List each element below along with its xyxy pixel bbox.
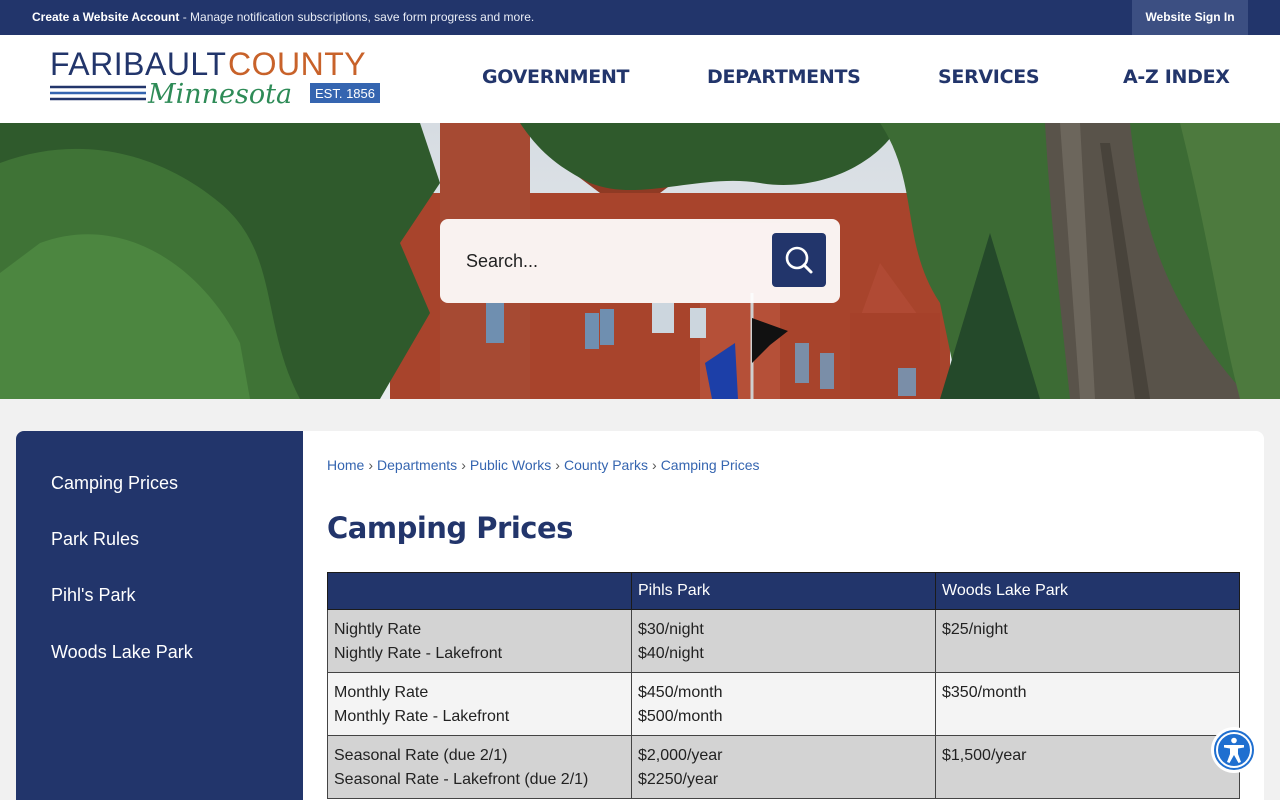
table-cell-pihls: $30/night $40/night [631, 609, 936, 673]
breadcrumb-separator: › [368, 457, 374, 473]
accessibility-button[interactable] [1211, 727, 1257, 773]
search-icon [785, 246, 813, 274]
table-header-pihls-park: Pihls Park [631, 572, 936, 610]
breadcrumb-separator: › [555, 457, 560, 473]
breadcrumb: Home › Departments › Public Works › County Par… [327, 457, 760, 473]
table-row: Monthly Rate Monthly Rate - Lakefront $45… [327, 672, 1240, 736]
table-row: Seasonal Rate (due 2/1) Seasonal Rate - L… [327, 735, 1240, 799]
table-cell-woods: $25/night [935, 609, 1240, 673]
table-cell-pihls: $450/month $500/month [631, 672, 936, 736]
nav-departments[interactable]: DEPARTMENTS [707, 66, 861, 88]
breadcrumb-separator: › [652, 457, 657, 473]
breadcrumb-county-parks[interactable]: County Parks [564, 457, 648, 473]
sign-in-button[interactable]: Website Sign In [1132, 0, 1248, 35]
camping-prices-table: Pihls Park Woods Lake Park Nightly Rate N… [327, 572, 1240, 799]
table-header-woods-lake-park: Woods Lake Park [935, 572, 1240, 610]
table-header-blank [327, 572, 632, 610]
sidebar-nav: Camping Prices Park Rules Pihl's Park Wo… [16, 431, 303, 800]
utility-bar: Create a Website Account - Manage notifi… [0, 0, 1280, 35]
accessibility-icon [1212, 728, 1256, 772]
nav-services[interactable]: SERVICES [938, 66, 1040, 88]
table-cell-label: Nightly Rate Nightly Rate - Lakefront [327, 609, 632, 673]
county-logo[interactable]: FARIBAULT COUNTY Minnesota EST. 1856 [48, 45, 390, 115]
nav-az-index[interactable]: A-Z INDEX [1123, 66, 1230, 88]
main-content: Home › Departments › Public Works › County Par… [303, 431, 1264, 800]
search-input[interactable] [454, 239, 754, 283]
breadcrumb-departments[interactable]: Departments [377, 457, 457, 473]
breadcrumb-separator: › [461, 457, 466, 473]
breadcrumb-home[interactable]: Home [327, 457, 364, 473]
page-title: Camping Prices [327, 511, 573, 545]
hero-banner [0, 123, 1280, 399]
nav-government[interactable]: GOVERNMENT [482, 66, 630, 88]
site-header: FARIBAULT COUNTY Minnesota EST. 1856 GOV… [0, 35, 1280, 123]
sidebar-item-camping-prices[interactable]: Camping Prices [51, 473, 178, 494]
logo-text-faribault: FARIBAULT [50, 46, 226, 82]
table-header-row: Pihls Park Woods Lake Park [327, 572, 1240, 610]
account-banner: Create a Website Account - Manage notifi… [32, 10, 534, 24]
sidebar-item-pihls-park[interactable]: Pihl's Park [51, 585, 135, 606]
logo-est: EST. 1856 [315, 86, 375, 101]
logo-text-county: COUNTY [228, 46, 366, 82]
breadcrumb-public-works[interactable]: Public Works [470, 457, 551, 473]
sidebar-item-park-rules[interactable]: Park Rules [51, 529, 139, 550]
table-cell-woods: $350/month [935, 672, 1240, 736]
table-cell-pihls: $2,000/year $2250/year [631, 735, 936, 799]
search-button[interactable] [772, 233, 826, 287]
account-description: - Manage notification subscriptions, sav… [179, 10, 535, 24]
breadcrumb-camping-prices[interactable]: Camping Prices [661, 457, 760, 473]
table-cell-label: Seasonal Rate (due 2/1) Seasonal Rate - L… [327, 735, 632, 799]
table-row: Nightly Rate Nightly Rate - Lakefront $30… [327, 609, 1240, 673]
logo-text-minnesota: Minnesota [147, 79, 292, 110]
table-cell-label: Monthly Rate Monthly Rate - Lakefront [327, 672, 632, 736]
table-cell-woods: $1,500/year [935, 735, 1240, 799]
search-box [440, 219, 840, 303]
create-account-link[interactable]: Create a Website Account [32, 10, 179, 24]
sidebar-item-woods-lake-park[interactable]: Woods Lake Park [51, 642, 193, 663]
